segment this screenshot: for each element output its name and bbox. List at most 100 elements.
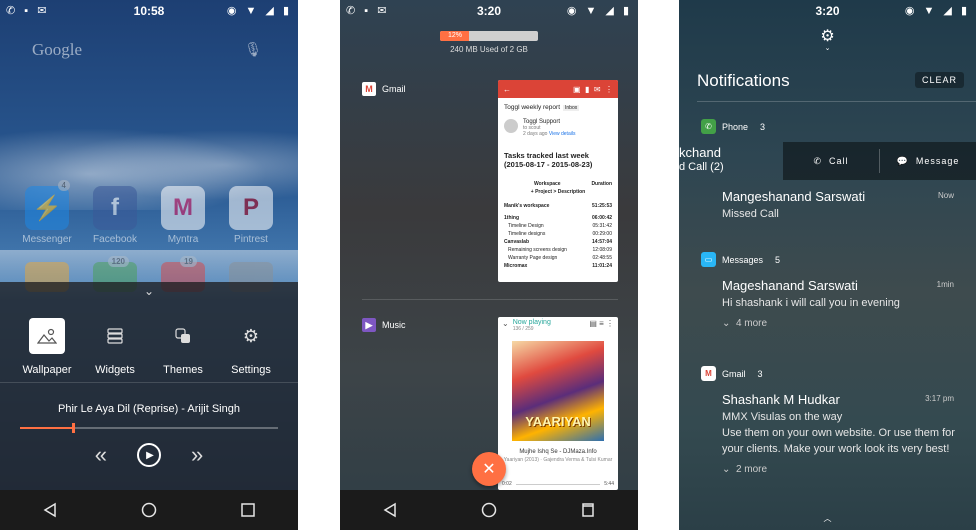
call-label: Call xyxy=(829,155,849,166)
report-row-name: Warranty Page design xyxy=(508,255,558,261)
report-row-name: Canvaslab xyxy=(504,239,530,245)
group-phone[interactable]: ✆ Phone 3 xyxy=(701,119,765,134)
wallpaper-button[interactable]: Wallpaper xyxy=(14,318,80,376)
app-messenger[interactable]: ⚡ 4 Messenger xyxy=(16,180,78,245)
wallpaper-label: Wallpaper xyxy=(22,364,72,376)
progress-fill xyxy=(20,427,72,429)
chevron-down-icon[interactable]: ⌄ xyxy=(679,44,976,52)
app-badge: 19 xyxy=(180,256,197,267)
play-icon[interactable]: ▶ xyxy=(137,443,161,467)
progress-knob[interactable] xyxy=(71,423,75,433)
gmail-subject-row: Toggl weekly report Inbox xyxy=(504,104,612,111)
recents-icon[interactable] xyxy=(568,490,608,530)
gmail-subheader: + Project > Description xyxy=(530,189,586,195)
close-icon: ✕ xyxy=(482,461,496,478)
swiped-notification[interactable]: kchand d Call (2) ✆ Call 💬 Message xyxy=(679,142,976,180)
themes-button[interactable]: Themes xyxy=(150,318,216,376)
chevron-up-icon[interactable]: ︿ xyxy=(679,513,976,524)
gmail-actions: ▣ ▮ ✉ ⋮ xyxy=(573,84,613,94)
notification-name: Mageshanand Sarswati xyxy=(722,278,858,293)
gear-icon[interactable]: ⚙ xyxy=(679,26,976,46)
task-divider xyxy=(362,299,618,300)
call-button[interactable]: ✆ Call xyxy=(783,156,879,167)
message-label: Message xyxy=(915,155,960,166)
app-row: ⚡ 4 Messenger f Facebook M Myntra P Pint… xyxy=(16,180,282,245)
status-bar: ✆ ▪ ✉ 3:20 ◉ ▼ ◢ ▮ xyxy=(340,0,638,22)
google-search-bar[interactable]: Google 🎙 xyxy=(20,36,280,64)
avatar xyxy=(504,119,518,133)
music-task-card[interactable]: ⌄ Now playing 136 / 259 ▤ ≡ ⋮ YAARIYAN M… xyxy=(498,317,618,490)
nav-bar xyxy=(340,490,638,530)
widgets-button[interactable]: Widgets xyxy=(82,318,148,376)
gmail-task-card[interactable]: ← ▣ ▮ ✉ ⋮ Toggl weekly report Inbox Togg… xyxy=(498,80,618,282)
report-row-name: Micromax xyxy=(504,263,528,269)
track-progress[interactable]: 0:02 5:44 xyxy=(502,481,614,487)
more-link[interactable]: ⌄ 4 more xyxy=(722,318,962,329)
queue-icon[interactable]: ▤ ≡ ⋮ xyxy=(589,319,614,328)
back-icon[interactable] xyxy=(370,490,410,530)
home-icon[interactable] xyxy=(469,490,509,530)
group-count: 3 xyxy=(757,368,763,379)
mic-icon[interactable]: 🎙 xyxy=(244,36,262,64)
track-bar[interactable] xyxy=(515,483,601,485)
pinterest-icon: P xyxy=(229,186,273,230)
gmail-rows: 1thing 06:00:42 Timeline Design 05:31:42 Tim… xyxy=(504,215,612,269)
back-icon[interactable] xyxy=(30,490,70,530)
back-arrow-icon[interactable]: ← xyxy=(503,85,511,94)
group-label: Gmail xyxy=(722,368,746,379)
previous-icon[interactable]: « xyxy=(95,442,107,468)
message-icon: 💬 xyxy=(896,155,909,166)
themes-label: Themes xyxy=(163,364,203,376)
notification-missed-call[interactable]: Mangeshanand Sarswati Now Missed Call xyxy=(722,189,962,223)
app-label: Messenger xyxy=(22,234,72,245)
messages-icon: ▭ xyxy=(701,252,716,267)
notification-mail[interactable]: Shashank M Hudkar 3:17 pm MMX Visulas on… xyxy=(722,392,962,475)
report-row-value: 11:01:24 xyxy=(592,263,612,269)
next-icon[interactable]: » xyxy=(191,442,203,468)
home-icon[interactable] xyxy=(129,490,169,530)
more-link[interactable]: ⌄ 2 more xyxy=(722,464,962,475)
status-icons: ◉ ▼ ◢ ▮ xyxy=(566,5,632,17)
report-row: Timeline designs 00:29:00 xyxy=(504,231,612,237)
task-app-name: Music xyxy=(382,320,406,330)
gmail-toolbar: ← ▣ ▮ ✉ ⋮ xyxy=(498,80,618,98)
more-label: 4 more xyxy=(735,317,768,329)
app-badge: 4 xyxy=(57,180,70,191)
messenger-icon: ⚡ xyxy=(25,186,69,230)
more-label: 2 more xyxy=(735,463,768,475)
app-facebook[interactable]: f Facebook xyxy=(84,186,146,245)
group-messages[interactable]: ▭ Messages 5 xyxy=(701,252,780,267)
app-myntra[interactable]: M Myntra xyxy=(152,186,214,245)
close-all-button[interactable]: ✕ xyxy=(472,452,506,486)
gmail-workspace-row: Manik's workspace 51:25:53 xyxy=(504,203,612,209)
col-workspace: Workspace xyxy=(534,181,561,187)
report-row-name: Timeline Design xyxy=(508,223,544,229)
recents-icon[interactable] xyxy=(228,490,268,530)
swiped-text: kchand d Call (2) xyxy=(679,142,783,180)
workspace-total: 51:25:53 xyxy=(591,203,612,209)
report-row: Micromax 11:01:24 xyxy=(504,263,612,269)
track-count: 136 / 259 xyxy=(512,326,534,332)
chevron-down-icon[interactable]: ⌄ xyxy=(502,319,509,328)
task-music-label[interactable]: ▶ Music xyxy=(362,318,406,332)
report-row-value: 14:57:04 xyxy=(591,239,612,245)
song-progress[interactable] xyxy=(20,423,278,433)
app-pinterest[interactable]: P Pintrest xyxy=(220,186,282,245)
notifications-screen: 3:20 ◉ ▼ ◢ ▮ ⚙ ⌄ Notifications CLEAR ✆ P… xyxy=(679,0,976,530)
chevron-down-icon[interactable]: ⌄ xyxy=(0,284,298,298)
swiped-sub: d Call (2) xyxy=(679,160,724,173)
clear-button[interactable]: CLEAR xyxy=(914,72,964,88)
message-button[interactable]: 💬 Message xyxy=(880,156,976,167)
task-gmail-label[interactable]: M Gmail xyxy=(362,82,406,96)
report-row: Remaining screens design 12:08:09 xyxy=(504,247,612,253)
settings-label: Settings xyxy=(231,364,271,376)
app-label: Facebook xyxy=(93,234,137,245)
settings-button[interactable]: ⚙ Settings xyxy=(218,318,284,377)
group-gmail[interactable]: M Gmail 3 xyxy=(701,366,763,381)
report-row: Timeline Design 05:31:42 xyxy=(504,223,612,229)
status-icons: ◉ ▼ ◢ ▮ xyxy=(226,5,292,17)
nav-bar xyxy=(0,490,298,530)
facebook-icon: f xyxy=(93,186,137,230)
launcher-menu: Wallpaper Widgets Themes ⚙ Settings xyxy=(14,318,284,376)
notification-message[interactable]: Mageshanand Sarswati 1min Hi shashank i … xyxy=(722,278,962,329)
